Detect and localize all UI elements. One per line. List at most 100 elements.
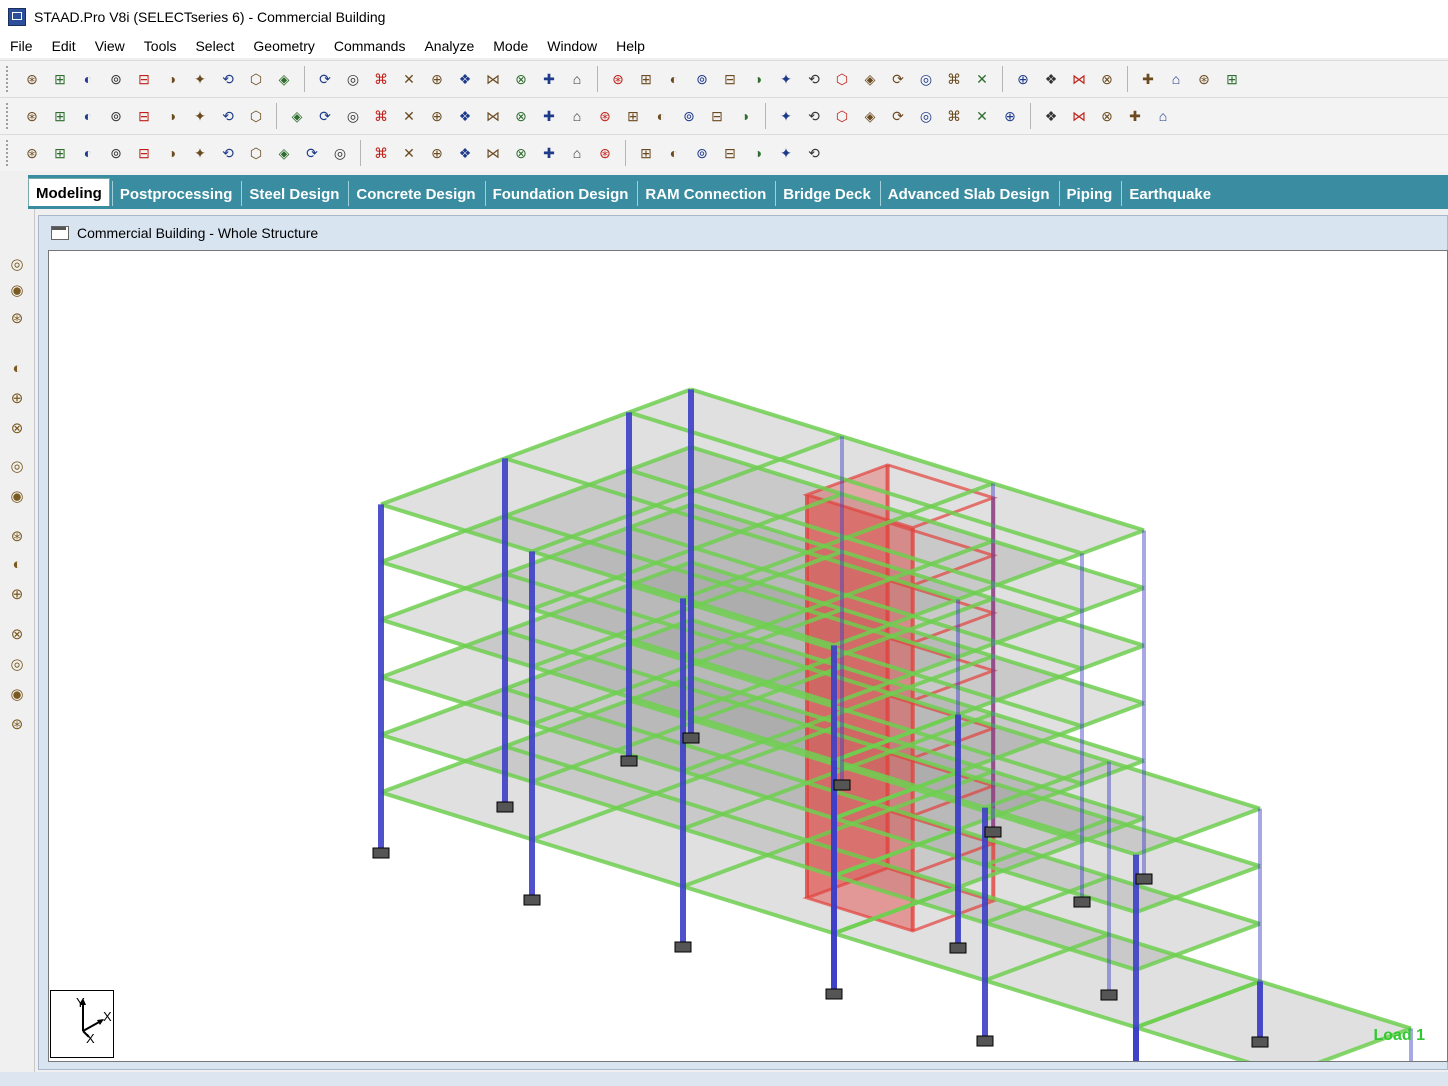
split-icon[interactable]: ⌂ bbox=[566, 105, 588, 127]
sidebar-grip[interactable] bbox=[8, 189, 22, 249]
tab-ram-connection[interactable]: RAM Connection bbox=[637, 181, 773, 208]
save-icon[interactable]: ◐ bbox=[77, 68, 99, 90]
document-header[interactable]: Commercial Building - Whole Structure bbox=[39, 216, 1447, 250]
toolbar-grip[interactable] bbox=[6, 66, 12, 92]
rotate-geom-icon[interactable]: ⊞ bbox=[622, 105, 644, 127]
insert-node-icon[interactable]: ⌘ bbox=[370, 105, 392, 127]
connect-beams-icon[interactable]: ✕ bbox=[398, 105, 420, 127]
toolbar-grip[interactable] bbox=[6, 103, 12, 129]
rotate-x-icon[interactable]: ⊞ bbox=[49, 142, 71, 164]
rotate-down-icon[interactable]: ⬡ bbox=[831, 68, 853, 90]
spec-icon[interactable]: ⊗ bbox=[6, 417, 28, 439]
stretch-icon[interactable]: ⋈ bbox=[482, 105, 504, 127]
load-icon[interactable]: ❖ bbox=[1040, 105, 1062, 127]
support-icon[interactable]: ⊕ bbox=[999, 105, 1021, 127]
foundation-tool-icon[interactable]: ⊛ bbox=[6, 713, 28, 735]
report-icon[interactable]: ⊗ bbox=[1096, 105, 1118, 127]
bottom-view-icon[interactable]: ◑ bbox=[747, 68, 769, 90]
menu-analyze[interactable]: Analyze bbox=[414, 38, 483, 54]
undo-icon[interactable]: ⬡ bbox=[245, 68, 267, 90]
section-forces-icon[interactable]: ✚ bbox=[538, 142, 560, 164]
analysis-tool-icon[interactable]: ◐ bbox=[6, 553, 28, 575]
merge-icon[interactable]: ⊗ bbox=[510, 105, 532, 127]
mirror-icon[interactable]: ⊛ bbox=[594, 105, 616, 127]
paste-icon[interactable]: ✦ bbox=[189, 68, 211, 90]
add-beam-icon[interactable]: ◈ bbox=[286, 105, 308, 127]
contour-icon[interactable]: ⊛ bbox=[594, 142, 616, 164]
animation-icon[interactable]: ⊞ bbox=[635, 142, 657, 164]
translational-repeat-icon[interactable]: ◐ bbox=[650, 105, 672, 127]
node-icon[interactable]: ⊟ bbox=[719, 142, 741, 164]
zoom-extents-icon[interactable]: ⋈ bbox=[482, 68, 504, 90]
mode-shape-icon[interactable]: ⊗ bbox=[510, 142, 532, 164]
loads-tool-icon[interactable]: ◉ bbox=[6, 485, 28, 507]
node-spec-icon[interactable]: ⊕ bbox=[426, 142, 448, 164]
symbol-icon[interactable]: ⊟ bbox=[133, 142, 155, 164]
structure-wizard-icon[interactable]: ⟳ bbox=[314, 68, 336, 90]
select-plates-icon[interactable]: ⊕ bbox=[1012, 68, 1034, 90]
table-icon[interactable]: ⌂ bbox=[1152, 105, 1174, 127]
nodes-tool-icon[interactable]: ◎ bbox=[6, 253, 28, 275]
select-beams-icon[interactable]: ✕ bbox=[971, 68, 993, 90]
structure-diagram-icon[interactable]: ⌂ bbox=[1165, 68, 1187, 90]
menu-commands[interactable]: Commands bbox=[324, 38, 415, 54]
cut-icon[interactable]: ⊟ bbox=[133, 68, 155, 90]
move-icon[interactable]: ⊟ bbox=[706, 105, 728, 127]
beams-cursor-icon[interactable]: ⊞ bbox=[49, 105, 71, 127]
rotate-icon[interactable]: ⌂ bbox=[566, 68, 588, 90]
right-view-icon[interactable]: ⊚ bbox=[691, 68, 713, 90]
section-icon[interactable]: ⬡ bbox=[245, 142, 267, 164]
tab-earthquake[interactable]: Earthquake bbox=[1121, 181, 1218, 208]
render-icon[interactable]: ⊞ bbox=[1221, 68, 1243, 90]
nodes-cursor-icon[interactable]: ⊛ bbox=[21, 105, 43, 127]
tab-bridge-deck[interactable]: Bridge Deck bbox=[775, 181, 878, 208]
material-tool-icon[interactable]: ⊛ bbox=[6, 525, 28, 547]
renumber-icon[interactable]: ✚ bbox=[538, 105, 560, 127]
release-icon[interactable]: ⟳ bbox=[301, 142, 323, 164]
steel-tool-icon[interactable]: ◎ bbox=[6, 653, 28, 675]
generate-plate-icon[interactable]: ◑ bbox=[734, 105, 756, 127]
label-icon[interactable]: ⊚ bbox=[691, 142, 713, 164]
dimension-icon[interactable]: ◐ bbox=[663, 142, 685, 164]
spin-right-icon[interactable]: ⟳ bbox=[887, 68, 909, 90]
add-icon[interactable]: ◑ bbox=[747, 142, 769, 164]
menu-view[interactable]: View bbox=[85, 38, 134, 54]
menu-window[interactable]: Window bbox=[537, 38, 606, 54]
geometry-cursor-icon[interactable]: ◑ bbox=[161, 105, 183, 127]
design-tool-icon[interactable]: ⊗ bbox=[6, 623, 28, 645]
tab-concrete-design[interactable]: Concrete Design bbox=[348, 181, 482, 208]
rotate-up-icon[interactable]: ⟲ bbox=[803, 68, 825, 90]
isolate-icon[interactable]: ⟳ bbox=[887, 105, 909, 127]
plate-spec-icon[interactable]: ✕ bbox=[398, 142, 420, 164]
select-all-icon[interactable]: ◎ bbox=[915, 68, 937, 90]
members-cursor-icon[interactable]: ✦ bbox=[189, 105, 211, 127]
zoom-in-icon[interactable]: ⊕ bbox=[426, 68, 448, 90]
show-all-icon[interactable]: ⬡ bbox=[831, 105, 853, 127]
copy-icon[interactable]: ◑ bbox=[161, 68, 183, 90]
menu-select[interactable]: Select bbox=[185, 38, 243, 54]
tab-piping[interactable]: Piping bbox=[1058, 181, 1120, 208]
stress-icon[interactable]: ⌂ bbox=[566, 142, 588, 164]
surfaces-cursor-icon[interactable]: ⊟ bbox=[133, 105, 155, 127]
move-node-icon[interactable]: ✦ bbox=[775, 142, 797, 164]
tab-steel-design[interactable]: Steel Design bbox=[241, 181, 346, 208]
snap-icon[interactable]: ⟲ bbox=[217, 68, 239, 90]
beams-tool-icon[interactable]: ◉ bbox=[6, 279, 28, 301]
rotate-y-icon[interactable]: ◐ bbox=[77, 142, 99, 164]
orientation-icon[interactable]: ◈ bbox=[273, 142, 295, 164]
back-view-icon[interactable]: ⊞ bbox=[635, 68, 657, 90]
output-tool-icon[interactable]: ⊕ bbox=[6, 583, 28, 605]
add-plate-icon[interactable]: ⟳ bbox=[314, 105, 336, 127]
labels-icon[interactable]: ⊗ bbox=[1096, 68, 1118, 90]
tab-advanced-slab-design[interactable]: Advanced Slab Design bbox=[879, 181, 1057, 208]
plates-cursor-icon[interactable]: ◐ bbox=[77, 105, 99, 127]
delete-node-icon[interactable]: ⟲ bbox=[803, 142, 825, 164]
new-file-icon[interactable]: ⊛ bbox=[21, 68, 43, 90]
load-display-icon[interactable]: ❖ bbox=[454, 142, 476, 164]
concrete-tool-icon[interactable]: ◉ bbox=[6, 683, 28, 705]
view-3d-icon[interactable]: ✕ bbox=[398, 68, 420, 90]
plates-tool-icon[interactable]: ⊛ bbox=[6, 307, 28, 329]
plate-number-icon[interactable]: ⟲ bbox=[217, 142, 239, 164]
property-icon[interactable]: ⊕ bbox=[6, 387, 28, 409]
zoom-dynamic-icon[interactable]: ⌘ bbox=[370, 68, 392, 90]
